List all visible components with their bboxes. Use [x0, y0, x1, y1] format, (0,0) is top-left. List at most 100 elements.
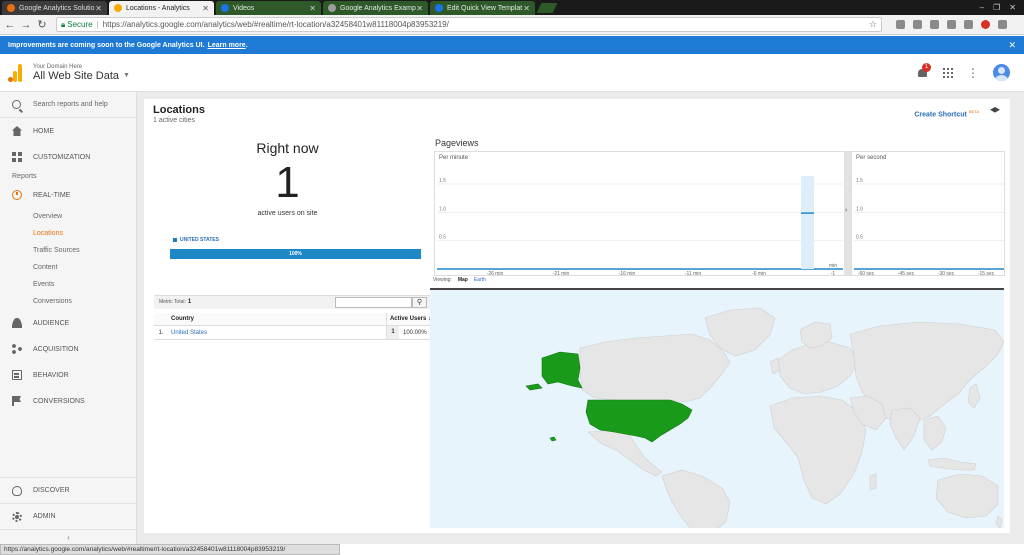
extension-puzzle-icon[interactable] — [947, 20, 956, 29]
apps-grid-icon[interactable] — [943, 67, 953, 78]
view-option-map[interactable]: Map — [458, 277, 468, 283]
restore-icon[interactable]: ❐ — [993, 3, 1000, 12]
tab-favicon-icon — [435, 4, 443, 12]
sidebar-subitem-events[interactable]: Events — [0, 276, 136, 293]
browser-status-url: https://analytics.google.com/analytics/w… — [0, 544, 340, 555]
browser-tab[interactable]: Videos ✕ — [216, 1, 321, 15]
report-card: Locations 1 active cities Create Shortcu… — [144, 99, 1010, 533]
row-users: 1 — [387, 326, 399, 339]
sidebar-item-behavior[interactable]: BEHAVIOR — [0, 362, 136, 388]
tab-close-icon[interactable]: ✕ — [416, 4, 423, 13]
extension-record-icon[interactable] — [981, 20, 990, 29]
window-controls: – ❐ ✕ — [980, 3, 1024, 12]
metric-total-value: 1 — [187, 299, 192, 305]
tab-close-icon[interactable]: ✕ — [523, 4, 530, 13]
sidebar-item-customization[interactable]: CUSTOMIZATION — [0, 144, 136, 170]
browser-tab[interactable]: Google Analytics Solutio ✕ — [2, 1, 107, 15]
sidebar-item-admin[interactable]: ADMIN — [0, 503, 137, 529]
banner-learn-more-link[interactable]: Learn more — [208, 42, 246, 49]
world-map[interactable] — [430, 288, 1004, 528]
sidebar-subitem-locations[interactable]: Locations — [0, 225, 136, 242]
world-map-svg — [525, 307, 1004, 528]
tab-favicon-icon — [328, 4, 336, 12]
tab-close-icon[interactable]: ✕ — [202, 4, 209, 13]
reload-icon[interactable]: ↻ — [36, 18, 48, 31]
browser-menu-icon[interactable] — [998, 20, 1007, 29]
search-icon: ⚲ — [416, 299, 423, 306]
country-link[interactable]: United States — [171, 330, 207, 336]
notifications-bell-icon[interactable]: 1 — [917, 62, 931, 79]
tab-label: Google Analytics Solutio — [19, 4, 95, 12]
col-active-users[interactable]: Active Users ↓ — [386, 313, 434, 325]
flag-icon — [12, 396, 21, 406]
col-country[interactable]: Country — [168, 313, 386, 325]
url-input[interactable]: 🔒︎ Secure | https://analytics.google.com/… — [56, 17, 882, 32]
map-region-india — [889, 407, 921, 451]
extension-camera-icon[interactable] — [896, 20, 905, 29]
x-tick-label: -6 min — [752, 271, 766, 277]
sidebar-search[interactable]: Search reports and help — [0, 92, 136, 118]
table-search-button[interactable]: ⚲ — [412, 297, 427, 308]
sidebar-subitem-content[interactable]: Content — [0, 259, 136, 276]
sidebar-item-conversions[interactable]: CONVERSIONS — [0, 388, 136, 414]
minimize-icon[interactable]: – — [980, 3, 984, 12]
sidebar-subitem-traffic-sources[interactable]: Traffic Sources — [0, 242, 136, 259]
legend-swatch — [173, 238, 177, 242]
create-shortcut-button[interactable]: Create Shortcut BETA — [914, 109, 979, 118]
per-second-chart: Per second 1.5 1.0 0.5 -60 sec -45 sec -30 se… — [851, 151, 1005, 277]
y-tick-label: 1.5 — [439, 178, 446, 184]
active-users-caption: active users on site — [257, 210, 318, 217]
more-options-icon[interactable]: ⋮ — [967, 67, 979, 79]
back-icon[interactable]: ← — [4, 19, 16, 31]
avatar[interactable] — [993, 64, 1010, 81]
secure-indicator[interactable]: 🔒︎ Secure — [61, 20, 93, 30]
account-selector[interactable]: Your Domain Here All Web Site Data ▼ — [33, 64, 130, 82]
pageviews-chart: Per minute 1.5 1.0 0.5 -26 min -21 min -16 mi… — [434, 151, 1005, 277]
tab-label: Locations - Analytics — [126, 4, 190, 12]
banner-suffix: . — [245, 41, 248, 49]
browser-tab[interactable]: Edit Quick View Templat ✕ — [430, 1, 535, 15]
collapse-sidebar-icon[interactable]: ‹ — [0, 529, 137, 544]
sidebar-item-realtime[interactable]: REAL-TIME — [0, 182, 136, 208]
notification-badge: 1 — [922, 62, 931, 72]
map-region-africa — [769, 395, 867, 505]
tab-favicon-icon — [114, 4, 122, 12]
tab-close-icon[interactable]: ✕ — [309, 4, 316, 13]
x-tick-label: -16 min — [619, 271, 636, 277]
forward-icon[interactable]: → — [20, 19, 32, 31]
gear-icon — [12, 511, 22, 522]
browser-tab[interactable]: Locations - Analytics ✕ — [109, 1, 214, 15]
map-region-hawaii — [549, 436, 557, 442]
sidebar-subitem-overview[interactable]: Overview — [0, 208, 136, 225]
map-region-madagascar — [869, 473, 877, 491]
sidebar-item-home[interactable]: HOME — [0, 118, 136, 144]
bookmark-star-icon[interactable]: ☆ — [869, 19, 877, 30]
extension-doc-icon[interactable] — [930, 20, 939, 29]
sidebar-item-label: ADMIN — [33, 513, 56, 520]
table-search-input[interactable] — [335, 297, 412, 308]
close-window-icon[interactable]: ✕ — [1009, 3, 1016, 12]
caret-down-icon: ▼ — [123, 72, 130, 79]
analytics-logo[interactable] — [8, 63, 23, 82]
graduation-cap-icon[interactable] — [990, 107, 1000, 113]
banner-close-icon[interactable]: ✕ — [1008, 40, 1016, 51]
chevron-right-icon: › — [845, 207, 848, 214]
extension-chat-icon[interactable] — [964, 20, 973, 29]
page-title: Locations — [153, 104, 205, 116]
x-tick-label: -15 sec — [978, 271, 995, 277]
tab-close-icon[interactable]: ✕ — [95, 4, 102, 13]
announcement-banner: Improvements are coming soon to the Goog… — [0, 36, 1024, 54]
sidebar-item-label: REAL-TIME — [33, 191, 71, 199]
sidebar-item-acquisition[interactable]: ACQUISITION — [0, 336, 136, 362]
sidebar-subitem-conversions[interactable]: Conversions — [0, 293, 136, 310]
right-now-panel: Right now 1 active users on site — [144, 137, 431, 217]
browser-tab[interactable]: Google Analytics Examp ✕ — [323, 1, 428, 15]
new-tab-button[interactable] — [536, 2, 558, 13]
chart-divider[interactable]: › — [844, 151, 851, 276]
view-option-earth[interactable]: Earth — [474, 277, 486, 283]
sidebar-item-discover[interactable]: DISCOVER — [0, 477, 137, 503]
extension-info-icon[interactable] — [913, 20, 922, 29]
table-header: Country Active Users ↓ — [154, 313, 434, 326]
sidebar-item-label: CONVERSIONS — [33, 397, 85, 405]
sidebar-item-audience[interactable]: AUDIENCE — [0, 310, 136, 336]
